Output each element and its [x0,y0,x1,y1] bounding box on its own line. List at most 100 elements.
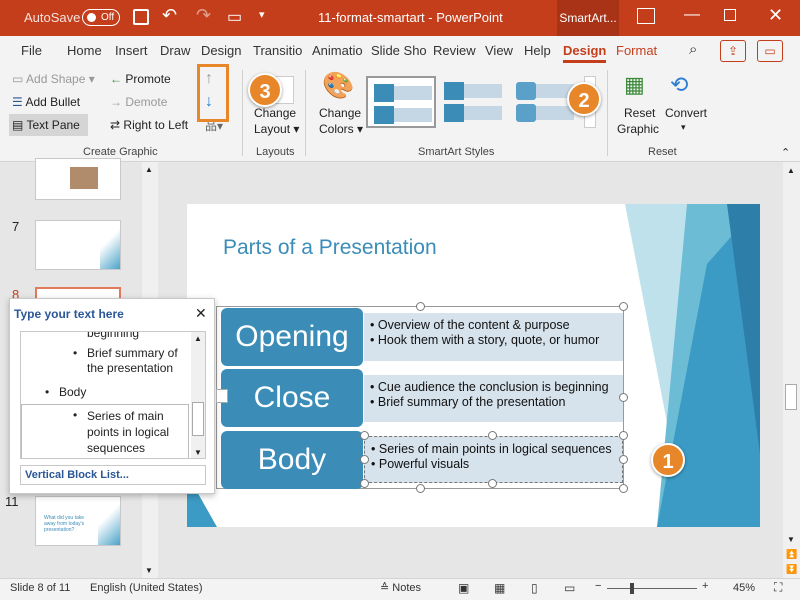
fit-to-window-icon[interactable]: ⛶ [774,580,782,595]
zoom-out-icon[interactable]: − [595,580,601,592]
slide-thumb-7[interactable] [35,220,121,270]
share-icon[interactable]: ⇪ [720,40,746,62]
resize-handle[interactable] [416,302,425,311]
change-colors-line1[interactable]: Change [319,106,361,120]
tab-format[interactable]: Format [616,43,657,58]
text-pane-close-icon[interactable]: ✕ [195,305,207,322]
shape-handle[interactable] [619,431,628,440]
right-to-left-button[interactable]: ⇄ Right to Left [110,118,188,132]
bullets-body[interactable]: • Series of main points in logical seque… [364,436,623,483]
scroll-up-icon[interactable]: ▲ [145,165,153,174]
shape-handle[interactable] [488,431,497,440]
text-pane-button[interactable]: ▤ Text Pane [9,114,88,136]
maximize-icon[interactable] [724,9,736,21]
notes-button[interactable]: ≙ Notes [380,581,421,594]
save-icon[interactable] [133,9,149,25]
text-pane-item[interactable]: Body [59,385,86,399]
canvas-scroll-down-icon[interactable]: ▼ [787,535,795,544]
slideshow-view-icon[interactable]: ▭ [564,581,575,595]
add-shape-button[interactable]: ▭ Add Shape ▾ [12,72,95,86]
autosave-toggle[interactable]: Off [82,9,120,26]
text-pane-toggle-tab[interactable] [216,389,228,403]
shape-handle[interactable] [360,431,369,440]
tab-transitions[interactable]: Transitio [253,43,302,58]
change-layout-line2[interactable]: Layout ▾ [254,122,299,136]
shape-handle[interactable] [360,455,369,464]
present-icon[interactable]: ▭ [227,7,242,27]
text-pane-item[interactable]: Brief summary of the presentation [87,346,189,376]
style-block [374,84,394,102]
zoom-in-icon[interactable]: + [702,580,708,592]
slide-thumb-11[interactable]: What did you take away from today's pres… [35,496,121,546]
tab-draw[interactable]: Draw [160,43,190,58]
reading-view-icon[interactable]: ▯ [531,581,538,595]
reset-line1[interactable]: Reset [624,106,655,120]
zoom-level[interactable]: 45% [733,582,755,594]
resize-handle[interactable] [619,302,628,311]
bullets-close[interactable]: • Cue audience the conclusion is beginni… [364,375,623,422]
slide-sorter-icon[interactable]: ▦ [494,581,505,595]
demote-button[interactable]: → Demote [110,95,167,109]
minimize-icon[interactable]: — [684,6,700,24]
shape-handle[interactable] [488,479,497,488]
collapse-ribbon-icon[interactable]: ⌃ [781,146,790,159]
comments-icon[interactable]: ▭ [757,40,783,62]
canvas-scroll-thumb[interactable] [785,384,797,410]
tab-slideshow[interactable]: Slide Sho [371,43,427,58]
reset-line2[interactable]: Graphic [617,122,659,136]
change-colors-line2[interactable]: Colors ▾ [319,122,363,136]
zoom-slider-thumb[interactable] [630,583,634,594]
shape-handle[interactable] [360,479,369,488]
prev-slide-icon[interactable]: ⏫ [786,549,797,560]
scroll-down-icon[interactable]: ▼ [145,566,153,575]
tp-scroll-thumb[interactable] [192,402,204,436]
block-close[interactable]: Close [221,369,363,427]
resize-handle[interactable] [619,484,628,493]
tab-file[interactable]: File [21,43,42,58]
text-pane-item[interactable]: beginning [87,332,139,340]
add-bullet-button[interactable]: ☰ Add Bullet [12,95,80,109]
tab-review[interactable]: Review [433,43,476,58]
normal-view-icon[interactable]: ▣ [458,581,469,595]
bullets-opening[interactable]: • Overview of the content & purpose • Ho… [364,313,623,361]
customize-qat-icon[interactable]: ▾ [259,8,265,21]
resize-handle[interactable] [416,484,425,493]
search-icon[interactable]: ⌕ [689,41,697,58]
block-opening[interactable]: Opening [221,308,363,366]
ribbon-display-icon[interactable] [637,8,655,24]
slide-thumb-6[interactable] [35,158,121,200]
slide-number-11: 11 [5,494,19,509]
tp-scroll-up-icon[interactable]: ▲ [194,334,202,343]
convert-button[interactable]: Convert [665,106,707,120]
tab-animations[interactable]: Animatio [312,43,363,58]
smartart-style-1[interactable] [366,76,436,128]
add-bullet-label: Add Bullet [25,95,81,109]
tab-view[interactable]: View [485,43,513,58]
shape-handle[interactable] [619,455,628,464]
block-body[interactable]: Body [221,431,363,489]
close-icon[interactable]: ✕ [768,5,783,26]
undo-icon[interactable]: ↶ [162,5,177,26]
text-pane-title: Type your text here [14,307,124,321]
smartart-style-2[interactable] [440,76,510,128]
resize-handle[interactable] [619,393,628,402]
canvas-scrollbar[interactable]: ▲ ▼ ⏫ ⏬ [783,162,800,578]
language-indicator[interactable]: English (United States) [90,582,203,594]
tab-help[interactable]: Help [524,43,551,58]
layout-name-link[interactable]: Vertical Block List... [20,465,206,485]
slide-title[interactable]: Parts of a Presentation [223,236,437,260]
text-pane-scrollbar[interactable]: ▲ ▼ [191,332,205,458]
canvas-scroll-up-icon[interactable]: ▲ [787,166,795,175]
redo-icon[interactable]: ↷ [196,5,211,26]
tab-insert[interactable]: Insert [115,43,148,58]
convert-dropdown-icon[interactable]: ▾ [681,122,686,133]
tab-design[interactable]: Design [201,43,241,58]
promote-button[interactable]: ← Promote [110,72,171,86]
tp-scroll-down-icon[interactable]: ▼ [194,448,202,457]
change-layout-line1[interactable]: Change [254,106,296,120]
zoom-slider[interactable] [607,588,697,589]
tab-smartart-design[interactable]: Design [563,43,607,63]
tab-home[interactable]: Home [67,43,102,58]
text-pane-item[interactable]: Series of main points in logical sequenc… [87,408,183,456]
next-slide-icon[interactable]: ⏬ [786,564,797,575]
